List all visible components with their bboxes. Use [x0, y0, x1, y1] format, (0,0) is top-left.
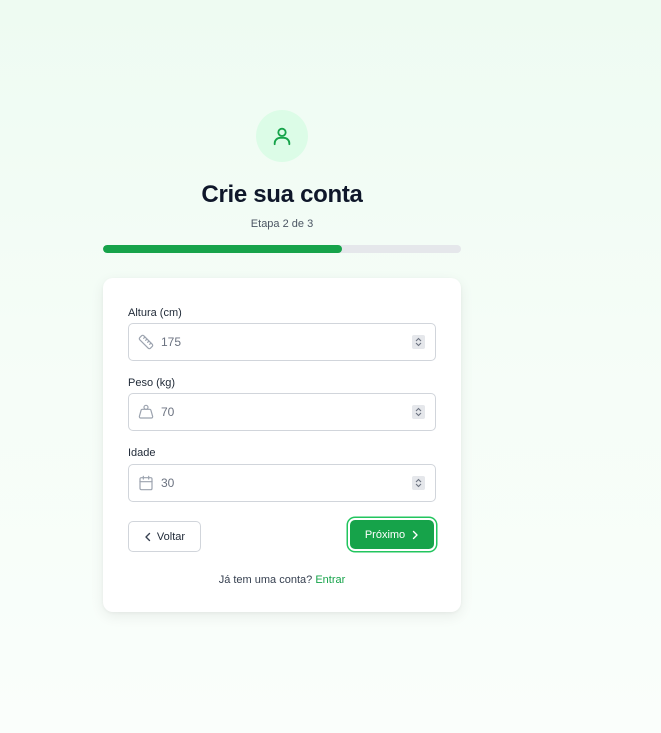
user-icon — [273, 127, 291, 146]
back-button[interactable]: Voltar — [128, 521, 201, 552]
weight-icon — [138, 404, 154, 419]
login-prompt-text: Já tem uma conta? — [218, 574, 316, 586]
age-value: 30 — [161, 476, 175, 490]
progress-bar-fill — [103, 245, 342, 253]
height-label: Altura (cm) — [128, 307, 182, 319]
height-value: 175 — [161, 335, 182, 349]
age-input[interactable]: 30 — [128, 464, 436, 502]
login-link[interactable]: Entrar — [315, 574, 345, 586]
weight-input[interactable]: 70 — [128, 393, 436, 431]
next-button-label: Próximo — [364, 528, 406, 541]
signup-form-card: Altura (cm) 175 Peso (kg) 70 Idade 30 Vo… — [103, 278, 461, 612]
next-button[interactable]: Próximo — [350, 520, 434, 549]
chevron-down-icon — [415, 483, 422, 488]
chevron-left-icon — [145, 532, 151, 541]
chevron-down-icon — [415, 342, 422, 347]
weight-label: Peso (kg) — [128, 377, 176, 389]
ruler-icon — [138, 334, 154, 350]
age-stepper[interactable] — [412, 476, 425, 490]
back-button-label: Voltar — [156, 530, 186, 543]
user-avatar — [256, 110, 308, 162]
weight-value: 70 — [161, 405, 175, 419]
step-indicator: Etapa 2 de 3 — [250, 218, 314, 230]
height-stepper[interactable] — [412, 335, 425, 349]
age-label: Idade — [128, 447, 156, 459]
chevron-right-icon — [412, 530, 418, 539]
chevron-down-icon — [415, 412, 422, 417]
calendar-icon — [139, 475, 153, 491]
page-title: Crie sua conta — [201, 181, 363, 208]
height-input[interactable]: 175 — [128, 323, 436, 361]
login-prompt: Já tem uma conta? Entrar — [103, 574, 461, 586]
weight-stepper[interactable] — [412, 405, 425, 419]
progress-bar — [103, 245, 461, 253]
